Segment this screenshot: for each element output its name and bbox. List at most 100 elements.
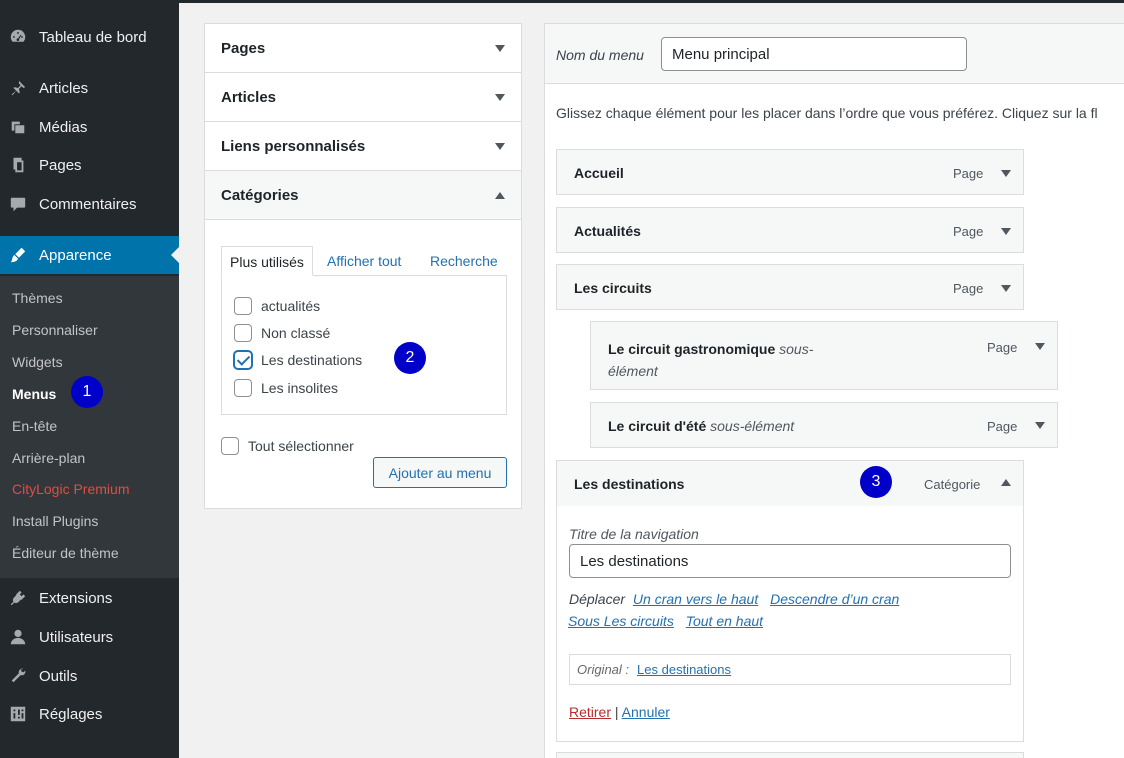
remove-link[interactable]: Retirer <box>569 704 611 720</box>
sidebar-item-tools[interactable]: Outils <box>0 657 179 695</box>
tab-show-all[interactable]: Afficher tout <box>327 246 401 276</box>
sidebar-item-label: Extensions <box>39 589 113 607</box>
menu-item-les-destinations[interactable]: Les destinations 3 Catégorie <box>556 460 1024 507</box>
category-checkbox[interactable] <box>234 379 252 397</box>
tab-most-used[interactable]: Plus utilisés <box>221 246 313 276</box>
select-all-label: Tout sélectionner <box>248 438 354 454</box>
original-label: Original : <box>577 662 630 677</box>
submenu-menus[interactable]: Menus <box>12 384 56 404</box>
move-under-link[interactable]: Sous Les circuits <box>568 613 674 629</box>
menu-header: Nom du menu <box>545 24 1124 84</box>
menu-items-accordion: Pages Articles Liens personnalisés Catég… <box>204 23 522 509</box>
sidebar-item-pages[interactable]: Pages <box>0 146 179 184</box>
chevron-down-icon <box>495 45 505 52</box>
accordion-title: Pages <box>221 39 266 57</box>
nav-label-input[interactable] <box>569 544 1011 578</box>
chevron-up-icon[interactable] <box>1001 479 1011 486</box>
accordion-title: Liens personnalisés <box>221 137 366 155</box>
submenu-widgets[interactable]: Widgets <box>12 352 63 372</box>
accordion-categories[interactable]: Catégories <box>205 171 521 220</box>
next-menu-item-edge <box>556 752 1024 758</box>
sidebar-item-comments[interactable]: Commentaires <box>0 185 179 223</box>
user-icon <box>9 628 27 646</box>
media-icon <box>9 118 27 136</box>
submenu-themes[interactable]: Thèmes <box>12 288 63 308</box>
chevron-down-icon[interactable] <box>1001 285 1011 292</box>
sidebar-item-dashboard[interactable]: Tableau de bord <box>0 18 179 56</box>
menu-item-circuit-gastronomique[interactable]: Le circuit gastronomique sous- élément P… <box>590 321 1058 390</box>
accordion-custom-links[interactable]: Liens personnalisés <box>205 122 521 171</box>
category-row[interactable]: Les destinations <box>234 349 362 371</box>
menu-item-circuit-ete[interactable]: Le circuit d'été sous-élément Page <box>590 402 1058 448</box>
chevron-down-icon <box>495 143 505 150</box>
cancel-link[interactable]: Annuler <box>622 704 670 720</box>
category-label: Non classé <box>261 325 331 341</box>
move-down-link[interactable]: Descendre d’un cran <box>770 591 899 607</box>
menu-item-type: Catégorie <box>924 477 981 492</box>
chevron-down-icon[interactable] <box>1035 422 1045 429</box>
menu-item-actualites[interactable]: Actualités Page <box>556 207 1024 253</box>
sidebar-item-label: Outils <box>39 667 78 685</box>
category-checkbox[interactable] <box>234 297 252 315</box>
menu-item-accueil[interactable]: Accueil Page <box>556 149 1024 195</box>
menu-item-title-block: Le circuit gastronomique sous- élément <box>608 338 848 382</box>
sidebar-item-label: Commentaires <box>39 195 137 213</box>
category-row[interactable]: actualités <box>234 295 320 317</box>
sidebar-item-appearance[interactable]: Apparence <box>0 236 179 274</box>
accordion-pages[interactable]: Pages <box>205 24 521 73</box>
select-all-row[interactable]: Tout sélectionner <box>221 435 354 457</box>
chevron-down-icon[interactable] <box>1035 343 1045 350</box>
chevron-down-icon[interactable] <box>1001 170 1011 177</box>
chevron-down-icon[interactable] <box>1001 228 1011 235</box>
menu-item-title: Actualités <box>574 223 641 239</box>
accordion-articles[interactable]: Articles <box>205 73 521 122</box>
sidebar-item-label: Utilisateurs <box>39 628 114 646</box>
menu-instructions: Glissez chaque élément pour les placer d… <box>556 105 1098 121</box>
category-list-panel: actualités Non classé Les destinations L… <box>221 275 507 415</box>
move-row-2: Sous Les circuits Tout en haut <box>568 613 763 629</box>
category-label: Les destinations <box>261 352 363 368</box>
menu-item-title: Accueil <box>574 165 624 181</box>
sidebar-item-extensions[interactable]: Extensions <box>0 579 179 617</box>
pages-icon <box>9 156 27 174</box>
menu-item-type: Page <box>987 340 1018 355</box>
item-actions: Retirer | Annuler <box>569 704 670 720</box>
submenu-theme-editor[interactable]: Éditeur de thème <box>12 543 119 563</box>
original-link[interactable]: Les destinations <box>637 662 731 677</box>
menu-name-input[interactable] <box>661 37 967 71</box>
move-label: Déplacer <box>569 591 626 607</box>
category-row[interactable]: Non classé <box>234 322 330 344</box>
sidebar-item-media[interactable]: Médias <box>0 108 179 146</box>
menu-item-subtitle-cont: élément <box>608 363 658 379</box>
submenu-citylogic-premium[interactable]: CityLogic Premium <box>12 479 129 499</box>
move-up-link[interactable]: Un cran vers le haut <box>633 591 758 607</box>
menu-item-settings: Titre de la navigation Déplacer Un cran … <box>556 506 1024 742</box>
tab-search[interactable]: Recherche <box>430 246 498 276</box>
select-all-checkbox[interactable] <box>221 437 239 455</box>
category-row[interactable]: Les insolites <box>234 377 338 399</box>
submenu-header[interactable]: En-tête <box>12 416 57 436</box>
step-badge-2: 2 <box>394 342 426 374</box>
nav-label-caption: Titre de la navigation <box>569 526 699 542</box>
comment-icon <box>9 195 27 213</box>
pin-icon <box>9 79 27 97</box>
move-row: Déplacer Un cran vers le haut Descendre … <box>569 591 899 607</box>
menu-item-title: Les circuits <box>574 280 652 296</box>
sidebar-item-settings[interactable]: Réglages <box>0 695 179 733</box>
submenu-background[interactable]: Arrière-plan <box>12 448 85 468</box>
move-top-link[interactable]: Tout en haut <box>686 613 763 629</box>
submenu-install-plugins[interactable]: Install Plugins <box>12 511 98 531</box>
add-to-menu-button[interactable]: Ajouter au menu <box>373 457 507 488</box>
accordion-title: Articles <box>221 88 277 106</box>
submenu-customize[interactable]: Personnaliser <box>12 320 98 340</box>
category-checkbox-checked[interactable] <box>234 351 252 369</box>
category-checkbox[interactable] <box>234 324 252 342</box>
menu-item-title-block: Le circuit d'été sous-élément <box>608 418 794 434</box>
menu-item-title: Le circuit d'été <box>608 418 707 434</box>
menu-item-subtitle: sous- <box>779 341 814 357</box>
menu-item-les-circuits[interactable]: Les circuits Page <box>556 264 1024 310</box>
appearance-submenu: Thèmes Personnaliser Widgets Menus En-tê… <box>0 276 179 578</box>
sidebar-item-users[interactable]: Utilisateurs <box>0 618 179 656</box>
dashboard-icon <box>9 28 27 46</box>
sidebar-item-articles[interactable]: Articles <box>0 69 179 107</box>
